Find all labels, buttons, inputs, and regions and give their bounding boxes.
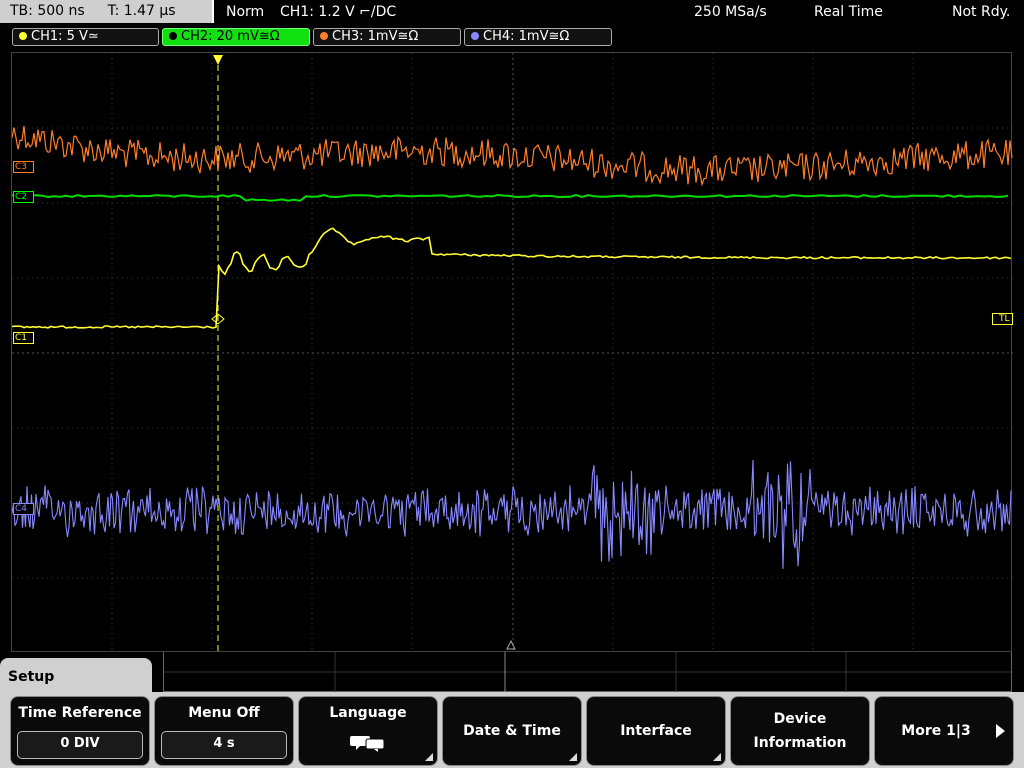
date-time-softkey[interactable]: Date & Time bbox=[442, 696, 582, 766]
language-label: Language bbox=[329, 705, 407, 721]
device-information-label-line1: Device bbox=[773, 711, 827, 727]
more-label: More 1|3 bbox=[901, 723, 971, 739]
trigger-position-marker bbox=[213, 55, 223, 65]
ch4-label: CH4: 1mV≅Ω bbox=[483, 29, 570, 44]
time-reference-value: 0 DIV bbox=[17, 731, 143, 759]
language-softkey[interactable]: Language bbox=[298, 696, 438, 766]
ch4-waveform bbox=[12, 459, 1012, 569]
timebase-box[interactable]: TB: 500 ns T: 1.47 µs bbox=[0, 0, 214, 23]
ch2-label: CH2: 20 mV≅Ω bbox=[181, 29, 280, 44]
status-bar: TB: 500 ns T: 1.47 µs Norm CH1: 1.2 V ⌐/… bbox=[0, 0, 1024, 24]
channel-tab-ch4[interactable]: CH4: 1mV≅Ω bbox=[464, 28, 612, 46]
channel-tab-ch1[interactable]: CH1: 5 V≃ bbox=[12, 28, 159, 46]
channel-tab-ch3[interactable]: CH3: 1mV≅Ω bbox=[313, 28, 461, 46]
graticule bbox=[12, 53, 1013, 653]
ch4-color-dot bbox=[471, 32, 479, 40]
ch3-waveform bbox=[12, 125, 1013, 187]
acquisition-mode: Real Time bbox=[814, 4, 883, 20]
auxiliary-display-strip bbox=[163, 652, 1013, 692]
interface-softkey[interactable]: Interface bbox=[586, 696, 726, 766]
waveform-display[interactable]: C3 C2 C1 C4 TL bbox=[11, 52, 1013, 653]
waveform-svg bbox=[12, 53, 1013, 653]
device-information-label-line2: Information bbox=[753, 735, 847, 751]
submenu-corner-icon bbox=[569, 753, 577, 761]
menu-off-softkey[interactable]: Menu Off 4 s bbox=[154, 696, 294, 766]
trigger-setting[interactable]: CH1: 1.2 V ⌐/DC bbox=[280, 0, 396, 24]
arrow-right-icon bbox=[996, 724, 1005, 738]
menu-off-value: 4 s bbox=[161, 731, 287, 759]
more-softkey[interactable]: More 1|3 bbox=[874, 696, 1014, 766]
ch1-offset-marker[interactable]: C1 bbox=[13, 332, 35, 344]
submenu-corner-icon bbox=[713, 753, 721, 761]
time-reference-label: Time Reference bbox=[18, 705, 142, 721]
interface-label: Interface bbox=[620, 723, 692, 739]
trigger-level-marker[interactable]: TL bbox=[992, 313, 1013, 325]
ch1-label: CH1: 5 V≃ bbox=[31, 29, 99, 44]
ch3-label: CH3: 1mV≅Ω bbox=[332, 29, 419, 44]
time-reference-softkey[interactable]: Time Reference 0 DIV bbox=[10, 696, 150, 766]
ch1-waveform bbox=[12, 227, 1012, 329]
ch2-offset-marker[interactable]: C2 bbox=[13, 191, 35, 203]
ch3-offset-marker[interactable]: C3 bbox=[13, 161, 35, 173]
ch1-color-dot bbox=[19, 32, 27, 40]
timebase-value: TB: 500 ns bbox=[10, 3, 85, 19]
date-time-label: Date & Time bbox=[463, 723, 561, 739]
ch2-waveform bbox=[12, 193, 1009, 202]
strip-grid bbox=[164, 652, 1013, 692]
ch4-offset-marker[interactable]: C4 bbox=[13, 503, 35, 515]
menu-off-label: Menu Off bbox=[188, 705, 260, 721]
setup-menu-tab[interactable]: Setup bbox=[0, 658, 152, 694]
ch2-color-dot bbox=[169, 32, 177, 40]
submenu-corner-icon bbox=[425, 753, 433, 761]
speech-bubble-icon bbox=[350, 736, 385, 752]
channel-tab-ch2[interactable]: CH2: 20 mV≅Ω bbox=[162, 28, 310, 46]
ch3-color-dot bbox=[320, 32, 328, 40]
bottom-center-marker bbox=[506, 639, 516, 650]
acquisition-status: Not Rdy. bbox=[952, 4, 1011, 20]
trigger-mode[interactable]: Norm bbox=[226, 0, 264, 24]
device-information-softkey[interactable]: Device Information bbox=[730, 696, 870, 766]
trigger-time-value: T: 1.47 µs bbox=[107, 3, 176, 19]
sample-rate: 250 MSa/s bbox=[694, 4, 767, 20]
